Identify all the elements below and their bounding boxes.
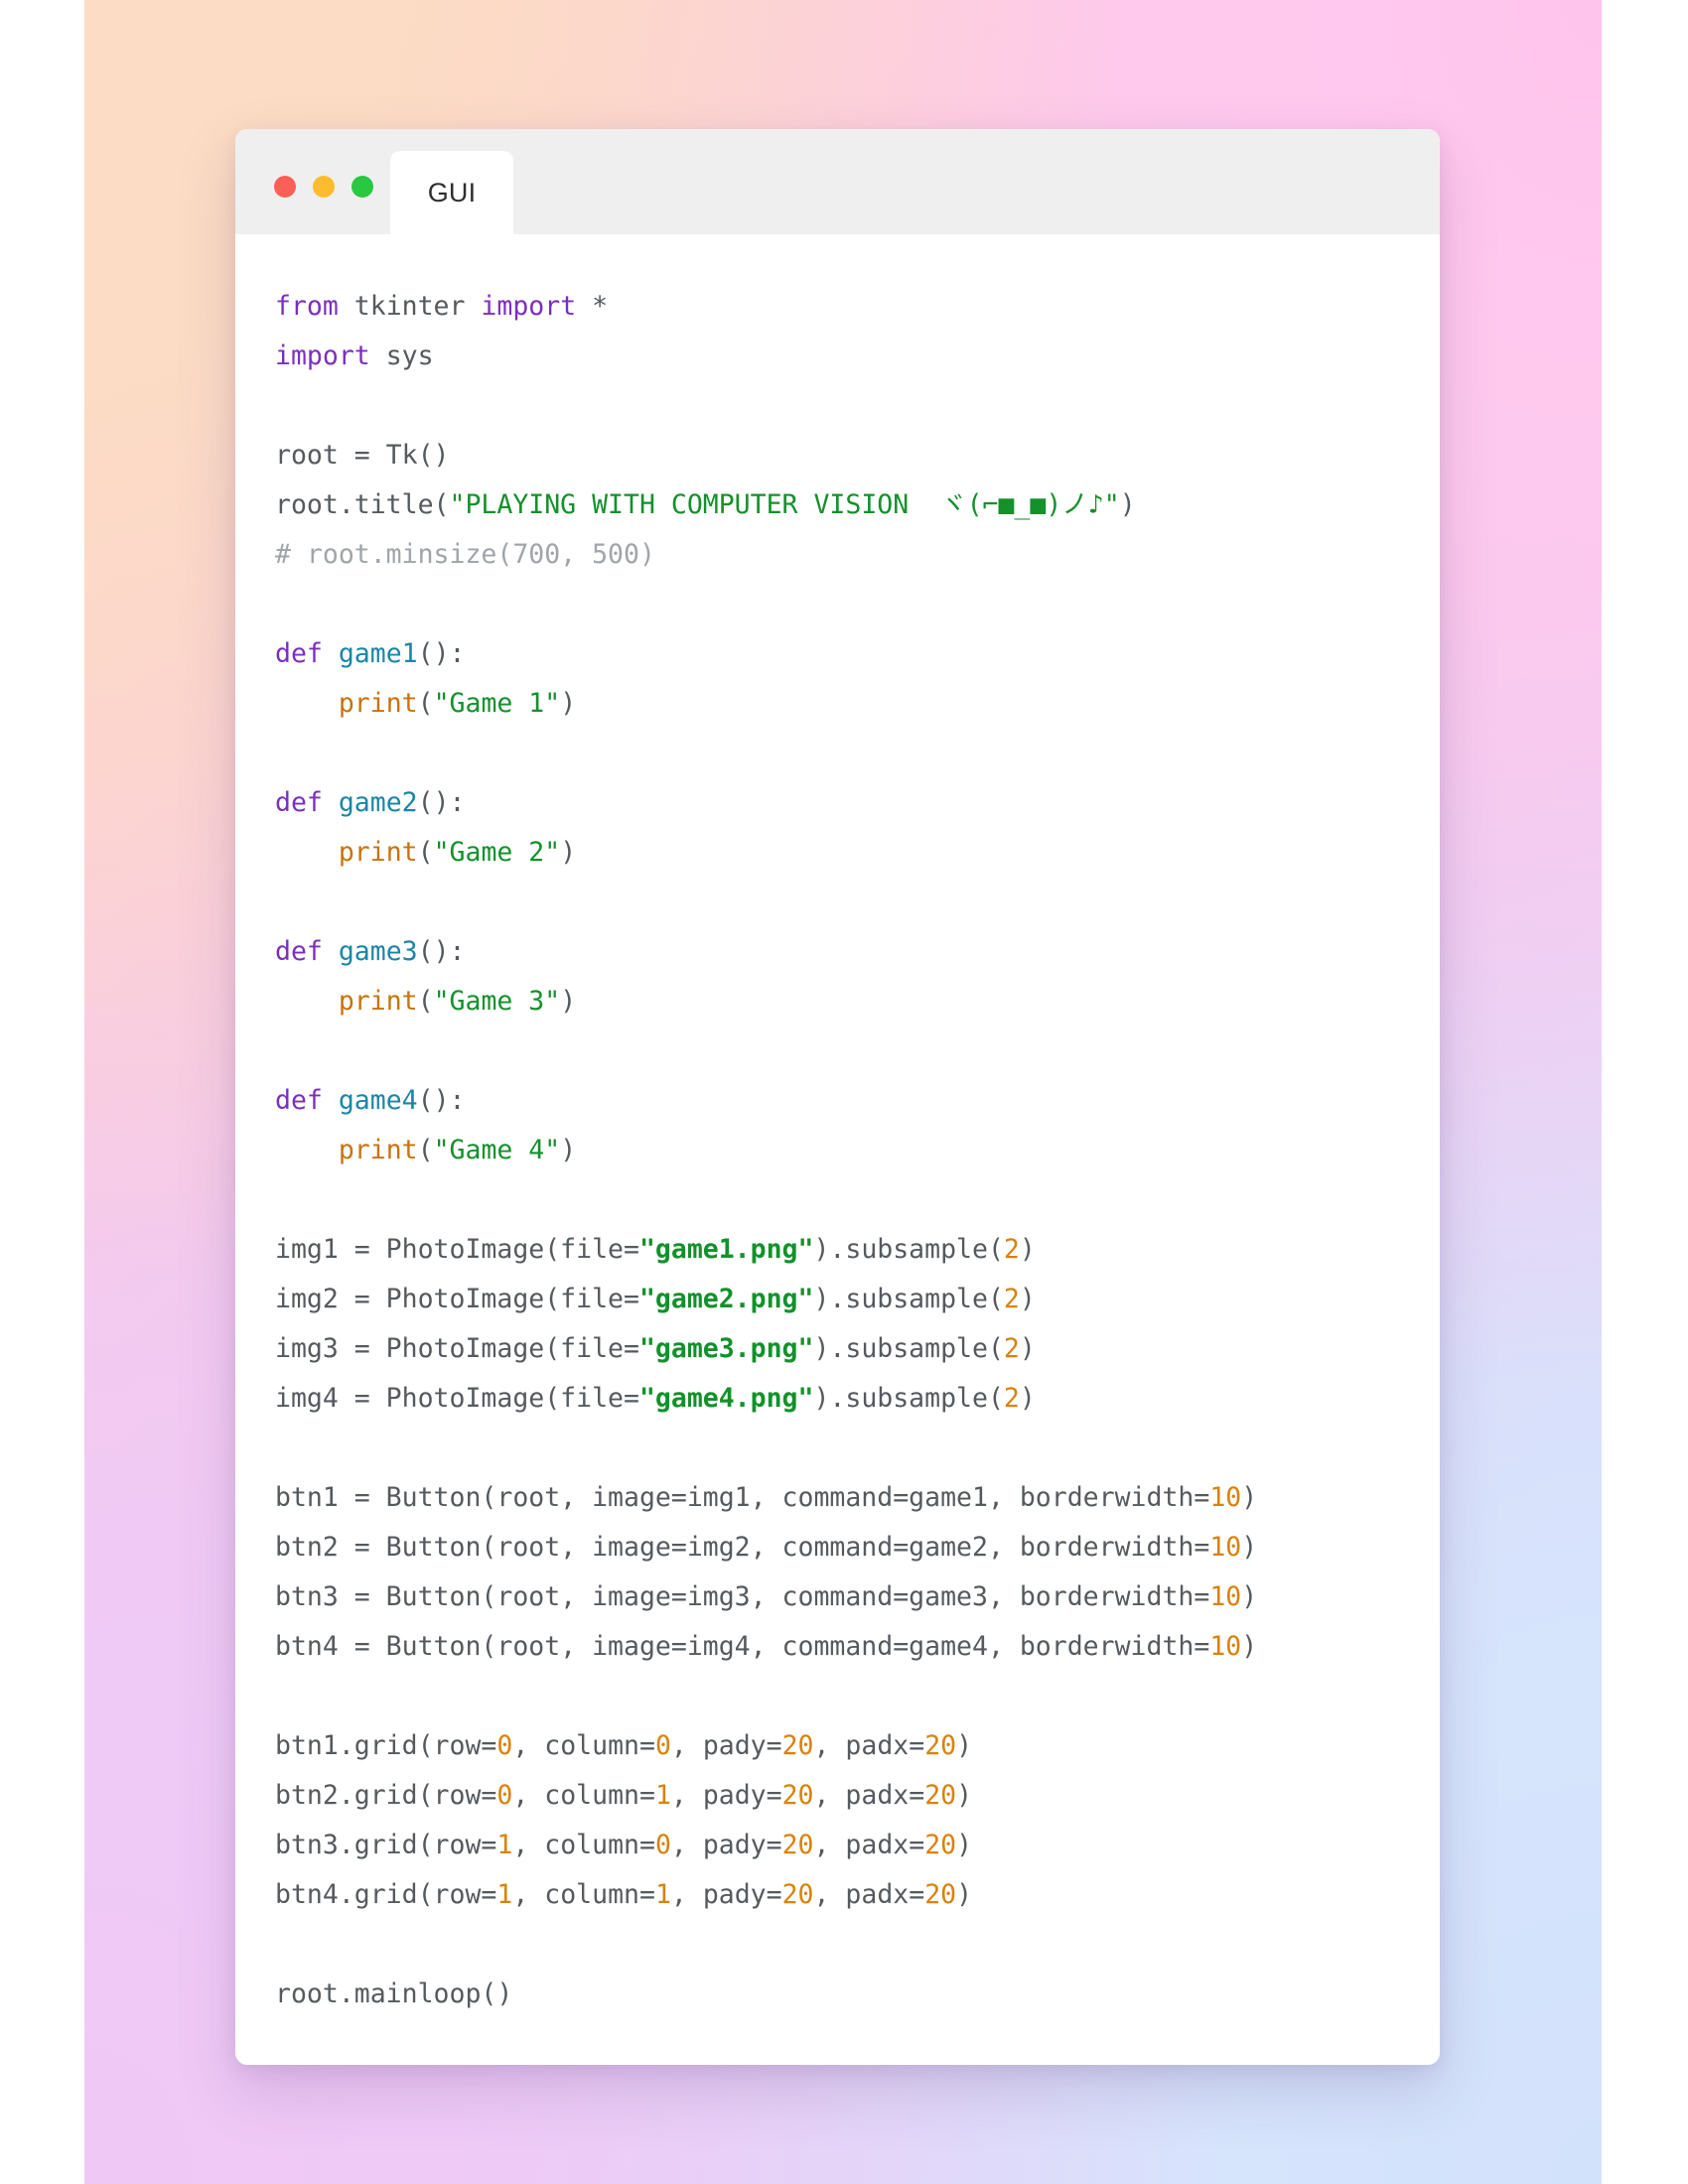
traffic-light-group — [274, 176, 373, 198]
screenshot-root: GUI from tkinter import * import sys roo… — [0, 0, 1688, 2184]
minimize-button-icon[interactable] — [313, 176, 335, 198]
code-editor-area[interactable]: from tkinter import * import sys root = … — [235, 234, 1440, 2017]
python-source-code[interactable]: from tkinter import * import sys root = … — [275, 282, 1440, 2019]
tab-gui-label: GUI — [427, 177, 477, 207]
tab-gui[interactable]: GUI — [390, 151, 513, 234]
code-window-card: GUI from tkinter import * import sys roo… — [235, 129, 1440, 2065]
window-titlebar: GUI — [235, 129, 1440, 234]
close-button-icon[interactable] — [274, 176, 296, 198]
zoom-button-icon[interactable] — [352, 176, 373, 198]
